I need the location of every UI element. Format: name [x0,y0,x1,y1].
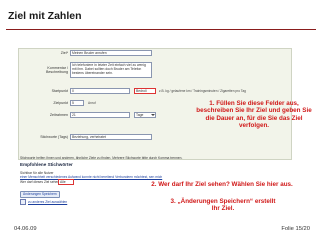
startpoint-input[interactable]: 0 [70,88,130,94]
visibility-select[interactable]: Alle [58,179,74,185]
timeframe-label: Zeitrahmen [49,113,68,117]
targetpoint-input[interactable]: 5 [70,100,84,106]
recommended-tags-heading: Empfohlene Stichwörter [20,162,73,167]
tags-input[interactable]: Beziehung, verheiratet [70,134,152,140]
footer-date: 04.06.09 [14,226,37,232]
visibility-label: Wer darf dieses Ziel sehen? [20,180,61,184]
startpoint-unit-input[interactable]: Bedroll [134,88,156,94]
choose-other-goal-link[interactable]: zu anderes Ziel auswählen [28,200,67,204]
goal-label: Ziel* [60,51,68,55]
targetpoint-label: Zielpunkt [53,101,68,105]
callout-step-1: 1. Füllen Sie diese Felder aus, beschrei… [196,100,312,130]
targetpoint-unit: Anruf [88,101,96,105]
tags-note: Stichworte helfen Ihnen und anderen, ähn… [20,156,183,160]
callout-step-3: 3. „Änderungen Speichern“ erstellt Ihr Z… [170,198,276,213]
slide-title: Ziel mit Zahlen [8,10,82,22]
comment-textarea[interactable]: Ich telefoniere in letzter Zeit einfach … [70,62,152,78]
title-divider [6,29,316,30]
slide-number: Folie 15/20 [281,226,310,232]
timeframe-input[interactable]: 21 [70,112,130,118]
tags-label: Stichworte (Tags) [40,135,68,139]
timeframe-unit-value: Tage [136,113,144,117]
startpoint-label: Startpunkt [51,89,68,93]
back-arrow-icon [20,199,26,205]
callout-step-2: 2. Wer darf Ihr Ziel sehen? Wählen Sie h… [151,181,293,188]
goal-input[interactable]: Meinen Bruder anrufen [70,50,152,56]
startpoint-hint: z.B. kg / gelaufene km / Trainingsminute… [159,89,246,93]
chevron-down-icon [151,114,155,116]
save-changes-button[interactable]: Änderungen Speichern [20,191,60,198]
suggested-tags-links[interactable]: einer Menschheit verschiedenes Aufwand k… [20,175,162,179]
comment-label: Kommentar / Beschreibung [46,66,68,74]
